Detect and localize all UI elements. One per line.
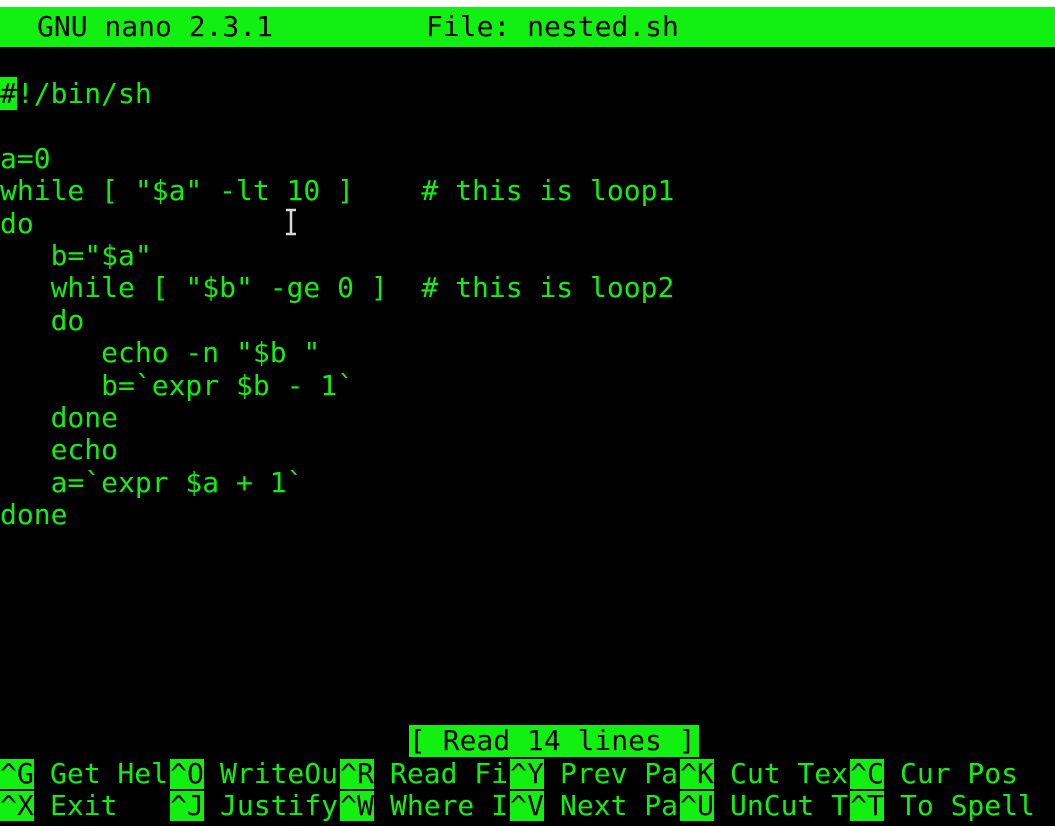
code-line[interactable]: echo: [0, 433, 1055, 466]
shortcut-key: ^O: [170, 757, 204, 790]
code-line[interactable]: a=0: [0, 142, 1055, 175]
code-line[interactable]: echo -n "$b ": [0, 336, 1055, 369]
shortcut-justify[interactable]: ^J Justify: [170, 790, 338, 822]
code-line[interactable]: do: [0, 207, 1055, 240]
editor-area[interactable]: #!/bin/sh a=0 while [ "$a" -lt 10 ] # th…: [0, 77, 1055, 531]
shortcut-label: WriteOu: [220, 757, 339, 790]
file-name: File: nested.sh: [426, 10, 679, 43]
shortcut-uncut-text[interactable]: ^U UnCut T: [680, 790, 848, 822]
shortcut-row: ^X Exit ^J Justify ^W Where I ^V Next Pa ^U U…: [0, 790, 1055, 822]
shortcut-label: Cur Pos: [900, 757, 1019, 790]
app-version: GNU nano 2.3.1: [37, 10, 274, 43]
shortcut-key: ^R: [340, 757, 374, 790]
shortcut-bar: ^G Get Hel ^O WriteOu ^R Read Fi ^Y Prev Pa …: [0, 758, 1055, 822]
shortcut-get-help[interactable]: ^G Get Hel: [0, 758, 168, 790]
text-cursor: #: [0, 77, 17, 110]
shortcut-key: ^W: [340, 789, 374, 822]
shortcut-label: Prev Pa: [560, 757, 679, 790]
shortcut-key: ^U: [680, 789, 714, 822]
shortcut-key: ^K: [680, 757, 714, 790]
shortcut-key: ^X: [0, 789, 34, 822]
shortcut-write-out[interactable]: ^O WriteOu: [170, 758, 338, 790]
shortcut-read-file[interactable]: ^R Read Fi: [340, 758, 508, 790]
shortcut-label: Get Hel: [50, 757, 169, 790]
code-line[interactable]: b=`expr $b - 1`: [0, 369, 1055, 402]
shortcut-key: ^G: [0, 757, 34, 790]
mouse-ibeam-cursor-icon: [286, 208, 296, 236]
shortcut-key: ^C: [850, 757, 884, 790]
shortcut-label: Justify: [220, 789, 339, 822]
shortcut-key: ^T: [850, 789, 884, 822]
shortcut-prev-page[interactable]: ^Y Prev Pa: [510, 758, 678, 790]
shortcut-label: Where I: [390, 789, 509, 822]
shortcut-label: To Spell: [900, 789, 1035, 822]
shortcut-row: ^G Get Hel ^O WriteOu ^R Read Fi ^Y Prev Pa …: [0, 758, 1055, 790]
code-line[interactable]: while [ "$b" -ge 0 ] # this is loop2: [0, 271, 1055, 304]
code-line[interactable]: done: [0, 498, 1055, 531]
code-line[interactable]: a=`expr $a + 1`: [0, 466, 1055, 499]
code-line[interactable]: done: [0, 401, 1055, 434]
shortcut-to-spell[interactable]: ^T To Spell: [850, 790, 1035, 822]
shortcut-exit[interactable]: ^X Exit: [0, 790, 117, 822]
shortcut-cur-pos[interactable]: ^C Cur Pos: [850, 758, 1018, 790]
code-line[interactable]: while [ "$a" -lt 10 ] # this is loop1: [0, 174, 1055, 207]
shortcut-where-is[interactable]: ^W Where I: [340, 790, 508, 822]
shortcut-next-page[interactable]: ^V Next Pa: [510, 790, 678, 822]
nano-title-bar: GNU nano 2.3.1 File: nested.sh: [0, 7, 1055, 47]
shortcut-label: Exit: [50, 789, 118, 822]
shortcut-key: ^Y: [510, 757, 544, 790]
shortcut-label: Read Fi: [390, 757, 509, 790]
code-line[interactable]: b="$a": [0, 239, 1055, 272]
code-line[interactable]: #!/bin/sh: [0, 77, 1055, 110]
shortcut-key: ^V: [510, 789, 544, 822]
shortcut-label: UnCut T: [730, 789, 849, 822]
status-message: [ Read 14 lines ]: [409, 725, 699, 757]
code-line[interactable]: [0, 110, 1055, 142]
code-line[interactable]: do: [0, 304, 1055, 337]
window-top-strip: [0, 0, 1055, 7]
shortcut-label: Next Pa: [560, 789, 679, 822]
shortcut-cut-text[interactable]: ^K Cut Tex: [680, 758, 848, 790]
code-line-text: !/bin/sh: [16, 77, 152, 110]
shortcut-key: ^J: [170, 789, 204, 822]
shortcut-label: Cut Tex: [730, 757, 849, 790]
